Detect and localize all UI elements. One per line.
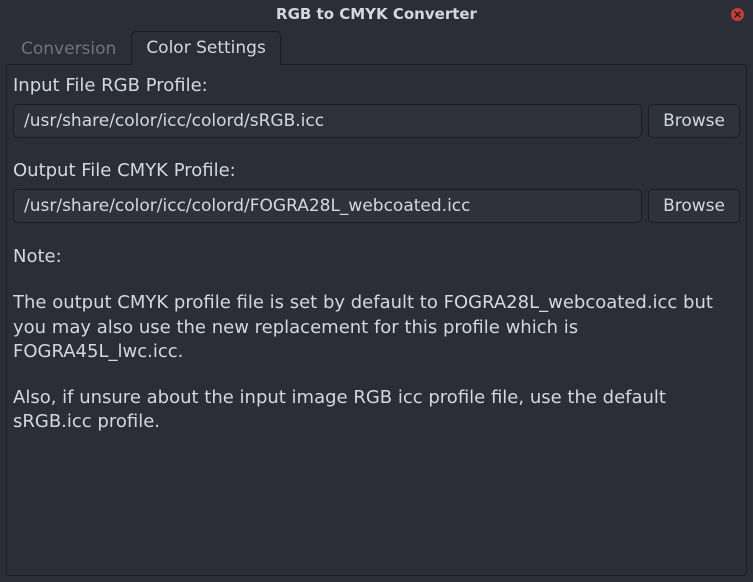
output-profile-label: Output File CMYK Profile: [13,160,740,181]
tab-color-settings[interactable]: Color Settings [131,31,281,65]
input-profile-row: Browse [13,104,740,138]
close-icon [731,8,744,21]
note-heading: Note: [13,245,740,269]
note-block: Note: The output CMYK profile file is se… [13,245,740,435]
window-title: RGB to CMYK Converter [276,5,477,23]
note-paragraph-1: The output CMYK profile file is set by d… [13,291,740,364]
output-profile-row: Browse [13,189,740,223]
note-paragraph-2: Also, if unsure about the input image RG… [13,386,740,435]
output-profile-field[interactable] [13,189,642,223]
close-button[interactable] [729,6,745,22]
tab-conversion[interactable]: Conversion [6,32,131,65]
input-profile-browse-button[interactable]: Browse [648,104,740,138]
tab-bar: Conversion Color Settings [0,28,753,64]
input-profile-label: Input File RGB Profile: [13,75,740,96]
titlebar: RGB to CMYK Converter [0,0,753,28]
output-profile-browse-button[interactable]: Browse [648,189,740,223]
content-frame: Input File RGB Profile: Browse Output Fi… [6,64,747,576]
input-profile-field[interactable] [13,104,642,138]
